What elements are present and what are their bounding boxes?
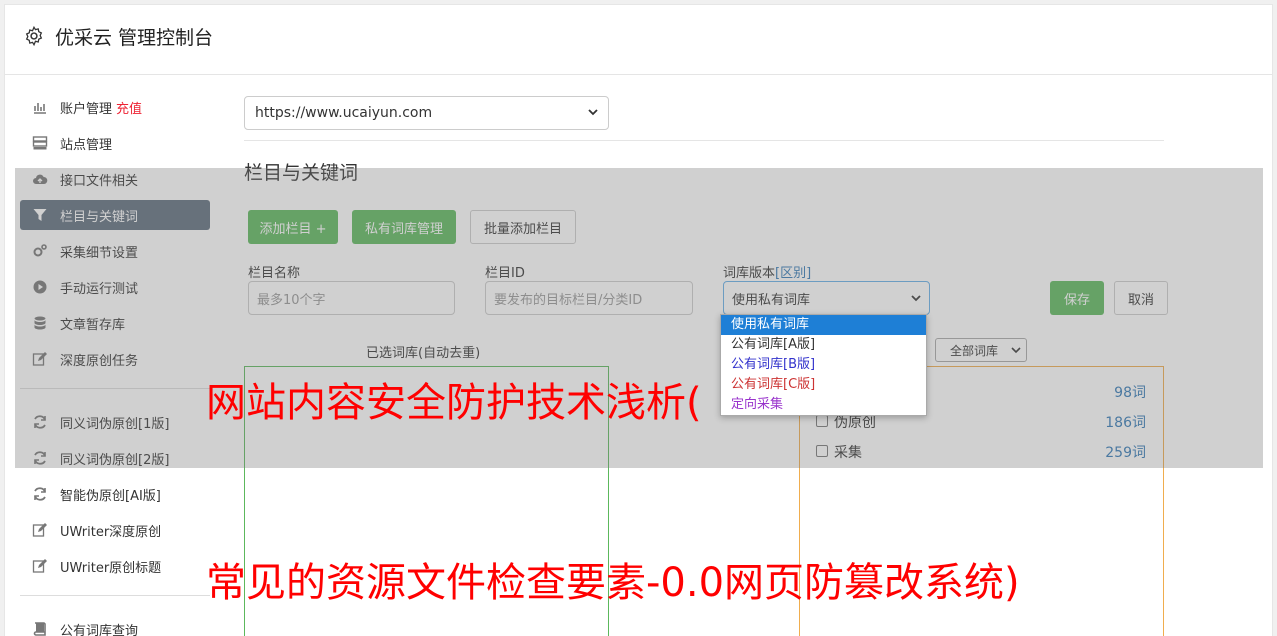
sidebar-item-uwriter-title[interactable]: UWriter原创标题 (20, 551, 210, 581)
gear-icon (25, 25, 43, 47)
bar-chart-icon (34, 103, 46, 114)
sidebar-divider (20, 595, 210, 596)
app-title: 优采云 管理控制台 (55, 27, 214, 49)
overlay-headline-2: 常见的资源文件检查要素-0.0网页防篡改系统) (206, 560, 1020, 606)
sidebar-item-public-lib[interactable]: 公有词库查询 (20, 614, 210, 636)
dropdown-option-public-b[interactable]: 公有词库[B版] (721, 355, 926, 375)
edit-icon (32, 523, 47, 537)
sidebar-item-ai-rewrite[interactable]: 智能伪原创[AI版] (20, 479, 210, 509)
edit-icon (32, 559, 47, 573)
site-select-value: https://www.ucaiyun.com (255, 105, 433, 121)
site-select[interactable]: https://www.ucaiyun.com (244, 96, 609, 130)
dropdown-option-public-c[interactable]: 公有词库[C版] (721, 375, 926, 395)
recharge-link[interactable]: 充值 (116, 98, 142, 117)
refresh-icon (34, 487, 46, 501)
sidebar-item-account[interactable]: 账户管理 充值 (20, 92, 210, 122)
divider (244, 140, 1164, 141)
top-header: 优采云 管理控制台 (5, 5, 1272, 75)
book-icon (33, 622, 46, 636)
sidebar-item-label: 公有词库查询 (60, 623, 139, 636)
chevron-down-icon (588, 109, 598, 116)
dropdown-option-targeted[interactable]: 定向采集 (721, 395, 926, 415)
sidebar-item-uwriter-deep[interactable]: UWriter深度原创 (20, 515, 210, 545)
dropdown-option-private[interactable]: 使用私有词库 (721, 315, 926, 335)
sidebar-item-sites[interactable]: 站点管理 (20, 128, 210, 158)
sidebar-item-label: 站点管理 (60, 137, 113, 153)
sidebar-item-label: UWriter深度原创 (60, 524, 162, 540)
dropdown-option-public-a[interactable]: 公有词库[A版] (721, 335, 926, 355)
lib-version-dropdown: 使用私有词库 公有词库[A版] 公有词库[B版] 公有词库[C版] 定向采集 (720, 314, 927, 416)
sidebar-item-label: 智能伪原创[AI版] (60, 488, 161, 504)
server-icon (32, 136, 48, 150)
sidebar-item-label: UWriter原创标题 (60, 560, 162, 576)
overlay-headline-1: 网站内容安全防护技术浅析( (206, 380, 702, 426)
sidebar-item-label: 账户管理 (60, 101, 113, 117)
